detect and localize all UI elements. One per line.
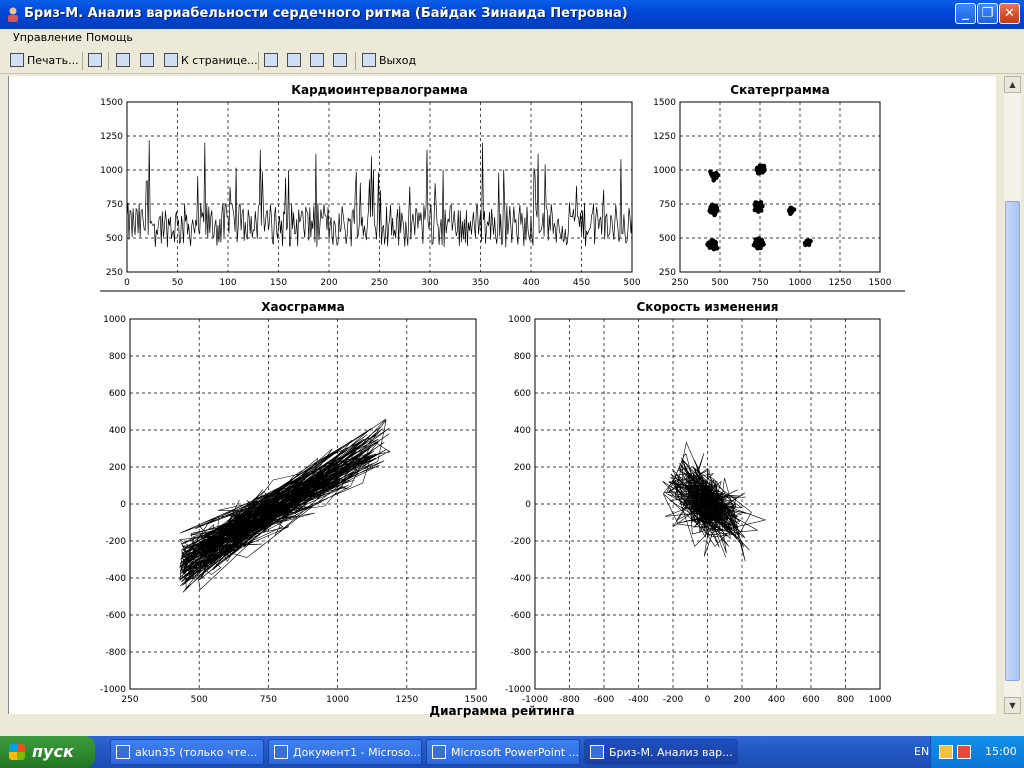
windows-logo-icon bbox=[9, 744, 25, 760]
title-bar[interactable]: Бриз-М. Анализ вариабельности сердечного… bbox=[0, 0, 1024, 29]
task-label: Бриз-М. Анализ вар... bbox=[609, 746, 733, 759]
exit-button[interactable]: Выход bbox=[362, 51, 416, 71]
zoom-in-icon bbox=[310, 53, 324, 67]
powerpoint-icon bbox=[432, 745, 446, 759]
exit-label: Выход bbox=[379, 54, 417, 67]
task-button-briz[interactable]: Бриз-М. Анализ вар... bbox=[584, 739, 738, 765]
main-window: Бриз-М. Анализ вариабельности сердечного… bbox=[0, 0, 1024, 736]
multi-page-button[interactable] bbox=[287, 51, 304, 71]
toolbar-separator bbox=[82, 52, 83, 70]
printer-icon bbox=[10, 53, 24, 67]
app-icon bbox=[8, 7, 18, 22]
zoom-out-icon bbox=[333, 53, 347, 67]
zoom-in-button[interactable] bbox=[310, 51, 327, 71]
restore-icon: ❐ bbox=[981, 6, 994, 21]
volume-icon[interactable] bbox=[957, 745, 971, 759]
close-icon: ✕ bbox=[1004, 6, 1015, 21]
menu-item-manage[interactable]: Управление bbox=[13, 31, 82, 44]
menu-item-help[interactable]: Помощь bbox=[86, 31, 133, 44]
task-button-powerpoint[interactable]: Microsoft PowerPoint ... bbox=[426, 739, 580, 765]
start-button[interactable]: пуск bbox=[0, 736, 95, 768]
status-strip bbox=[0, 714, 1024, 736]
task-label: Документ1 - Microso... bbox=[293, 746, 421, 759]
multi-page-icon bbox=[287, 53, 301, 67]
window-title: Бриз-М. Анализ вариабельности сердечного… bbox=[24, 6, 628, 21]
next-page-icon bbox=[140, 53, 154, 67]
task-label: Microsoft PowerPoint ... bbox=[451, 746, 580, 759]
minimize-button[interactable]: _ bbox=[955, 3, 976, 24]
language-indicator[interactable]: EN bbox=[914, 736, 929, 768]
report-preview-area[interactable]: ▲ ▼ bbox=[0, 76, 1024, 714]
scroll-up-button[interactable]: ▲ bbox=[1004, 76, 1021, 93]
page-number-icon bbox=[164, 53, 178, 67]
close-button[interactable]: ✕ bbox=[999, 3, 1020, 24]
vertical-scrollbar[interactable]: ▲ ▼ bbox=[1004, 76, 1021, 714]
print-setup-icon bbox=[88, 53, 102, 67]
single-page-icon bbox=[264, 53, 278, 67]
app-icon bbox=[590, 745, 604, 759]
task-button-document1[interactable]: Документ1 - Microso... bbox=[268, 739, 422, 765]
print-setup-button[interactable] bbox=[88, 51, 105, 71]
print-button[interactable]: Печать... bbox=[10, 51, 79, 71]
prev-page-icon bbox=[116, 53, 130, 67]
single-page-button[interactable] bbox=[264, 51, 281, 71]
next-page-button[interactable] bbox=[140, 51, 157, 71]
restore-button[interactable]: ❐ bbox=[977, 3, 998, 24]
system-tray: 15:00 bbox=[930, 736, 1024, 768]
toolbar-separator bbox=[355, 52, 356, 70]
minimize-icon: _ bbox=[962, 6, 969, 21]
toolbar-separator bbox=[108, 52, 109, 70]
exit-icon bbox=[362, 53, 376, 67]
word-icon bbox=[116, 745, 130, 759]
scroll-thumb[interactable] bbox=[1005, 201, 1020, 681]
taskbar: пуск akun35 (только чте... Документ1 - M… bbox=[0, 736, 1024, 768]
menu-bar: Управление Помощь bbox=[0, 29, 1024, 47]
task-button-akun35[interactable]: akun35 (только чте... bbox=[110, 739, 264, 765]
toolbar: Печать... К странице... Выход bbox=[0, 48, 1024, 74]
toolbar-separator bbox=[258, 52, 259, 70]
print-label: Печать... bbox=[27, 54, 79, 67]
start-label: пуск bbox=[32, 742, 74, 761]
word-icon bbox=[274, 745, 288, 759]
zoom-out-button[interactable] bbox=[333, 51, 350, 71]
scroll-down-button[interactable]: ▼ bbox=[1004, 697, 1021, 714]
to-page-label: К странице... bbox=[181, 54, 258, 67]
clock: 15:00 bbox=[985, 745, 1017, 758]
report-page bbox=[8, 76, 996, 714]
to-page-button[interactable]: К странице... bbox=[164, 51, 258, 71]
task-label: akun35 (только чте... bbox=[135, 746, 258, 759]
network-icon[interactable] bbox=[939, 745, 953, 759]
prev-page-button[interactable] bbox=[116, 51, 133, 71]
